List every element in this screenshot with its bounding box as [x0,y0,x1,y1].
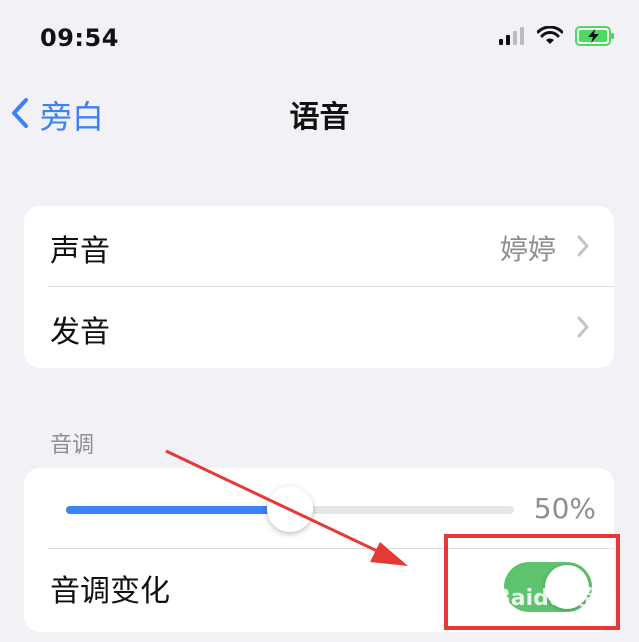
watermark-text: Baidu 经验 [494,586,617,611]
